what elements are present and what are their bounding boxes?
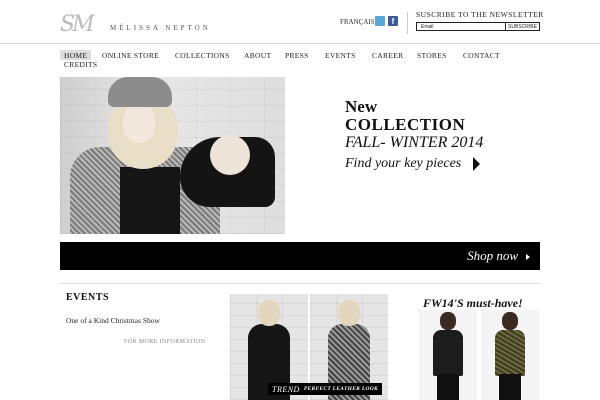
hero-model-photo[interactable] (60, 77, 285, 234)
nav-item-press[interactable]: PRESS (281, 50, 313, 60)
brand-logo-monogram[interactable]: SM (60, 12, 95, 37)
hero-season-label: FALL- WINTER 2014 (345, 134, 484, 151)
trend-subtitle: PERFECT LEATHER LOOK (303, 386, 378, 392)
nav-item-events[interactable]: EVENTS (321, 50, 360, 60)
product-pants (499, 374, 521, 400)
product-top (495, 330, 525, 376)
model-beanie (108, 77, 172, 107)
hero-key-pieces-label: Find your key pieces (345, 156, 462, 171)
nav-item-credits[interactable]: CREDITS (60, 59, 101, 69)
more-information-link[interactable]: FOR MORE INFORMATION (124, 339, 205, 345)
logo-monogram-text: SM (60, 12, 95, 37)
nav-item-stores[interactable]: STORES (413, 50, 451, 60)
hero-key-pieces-link[interactable]: Find your key pieces (345, 156, 483, 172)
shop-now-label: Shop now (467, 248, 518, 263)
model-face (123, 103, 155, 143)
newsletter-subscribe-button[interactable]: SUBSCRIBE (506, 22, 540, 31)
nav-item-about[interactable]: ABOUT (240, 50, 275, 60)
model-knee (210, 135, 250, 175)
newsletter-title: SUSCRIBE TO THE NEWSLETTER (416, 10, 544, 19)
newsletter-email-input[interactable]: Email (416, 22, 506, 31)
model-dress (120, 167, 180, 234)
hero-collection-label: COLLECTION (345, 115, 466, 134)
model-hair (338, 300, 360, 326)
product-pants (437, 374, 459, 400)
model-head (440, 312, 456, 330)
musthave-product-1[interactable] (419, 310, 477, 400)
header-divider (407, 12, 408, 34)
facebook-icon[interactable]: f (388, 16, 398, 26)
trend-word: TREND (272, 384, 300, 394)
main-nav: HOME ONLINE STORE COLLECTIONS ABOUT PRES… (60, 48, 540, 72)
chevron-right-icon (526, 254, 530, 260)
hero-new-label: New (345, 97, 378, 116)
hero-collection-banner[interactable]: New COLLECTION FALL- WINTER 2014 Find yo… (345, 98, 483, 172)
nav-item-collections[interactable]: COLLECTIONS (171, 50, 234, 60)
shop-now-bar[interactable]: Shop now (60, 242, 540, 270)
site-header: SM MÉLISSA NEPTON FRANÇAIS f SUSCRIBE TO… (0, 0, 600, 44)
twitter-icon[interactable] (375, 16, 385, 26)
events-heading: EVENTS (66, 292, 110, 303)
model-hair (258, 300, 280, 326)
musthave-heading: FW14'S must-have! (423, 296, 523, 310)
nav-item-online-store[interactable]: ONLINE STORE (98, 50, 163, 60)
model-head (502, 312, 518, 330)
event-link[interactable]: One of a Kind Christmas Show (66, 316, 160, 325)
nav-item-career[interactable]: CAREER (368, 50, 407, 60)
arrow-right-icon (473, 157, 481, 171)
product-top (433, 330, 463, 376)
musthave-product-2[interactable] (481, 310, 539, 400)
language-switch-link[interactable]: FRANÇAIS (340, 18, 375, 26)
trend-caption[interactable]: TREND PERFECT LEATHER LOOK (268, 383, 382, 395)
brand-name[interactable]: MÉLISSA NEPTON (110, 24, 211, 32)
section-divider (60, 283, 540, 284)
nav-item-contact[interactable]: CONTACT (459, 50, 504, 60)
